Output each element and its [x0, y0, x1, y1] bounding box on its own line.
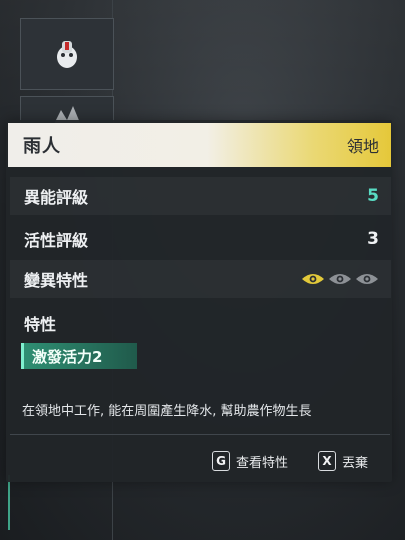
pal-suitability: 領地: [346, 137, 379, 156]
action-label: 查看特性: [236, 455, 289, 471]
selection-edge-marker: [0, 475, 10, 530]
discard-button[interactable]: X 丟棄: [318, 451, 368, 471]
action-label: 丟棄: [342, 455, 369, 471]
g-key-icon: G: [212, 451, 230, 471]
stat-label: 異能評級: [24, 188, 89, 207]
pal-detail-panel: [6, 120, 392, 482]
stat-row-mutation: 變異特性: [10, 260, 391, 298]
mutation-eyes: [301, 272, 379, 286]
pal-thumbnail-icon: [57, 41, 77, 68]
eye-icon-active: [302, 274, 324, 284]
stat-value: 5: [367, 186, 379, 206]
stat-row-ability-rank: 異能評級 5: [10, 177, 391, 215]
stat-row-work-rank: 活性評級 3: [10, 220, 391, 258]
stat-value: 3: [367, 229, 379, 249]
trait-chip[interactable]: 激發活力2: [21, 343, 137, 369]
pal-name: 雨人: [23, 136, 61, 157]
trait-description: 在領地中工作, 能在周圍產生降水, 幫助農作物生長: [22, 404, 312, 419]
eye-icon-inactive: [329, 274, 351, 284]
stat-label: 變異特性: [24, 271, 89, 290]
eye-icon-inactive: [356, 274, 378, 284]
traits-header: 特性: [24, 315, 57, 334]
inventory-slot[interactable]: [20, 18, 114, 90]
stat-label: 活性評級: [24, 231, 89, 250]
view-traits-button[interactable]: G 查看特性: [212, 451, 288, 471]
divider: [10, 434, 390, 435]
x-key-icon: X: [318, 451, 336, 471]
pal-title-bar: 雨人 領地: [8, 123, 391, 167]
